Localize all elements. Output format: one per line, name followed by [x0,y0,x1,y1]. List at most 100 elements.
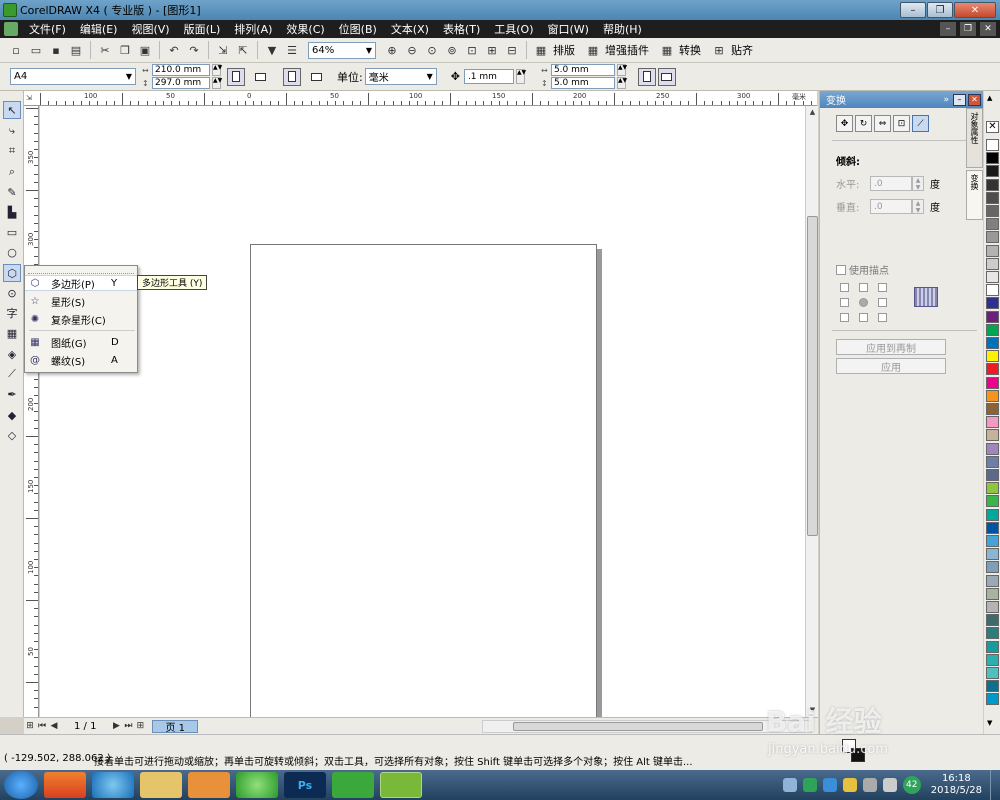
flyout-grip[interactable] [28,267,134,274]
tray-security-icon[interactable] [842,778,857,792]
menu-bitmaps[interactable]: 位图(B) [332,21,384,37]
options-icon[interactable]: ☰ [283,41,301,59]
taskbar-ie-icon[interactable] [92,772,134,798]
palette-swatch[interactable] [986,469,999,481]
palette-swatch[interactable] [986,455,999,468]
fill-tool-icon[interactable]: ◆ [3,406,21,424]
palette-swatch[interactable] [986,482,999,495]
palette-swatch[interactable] [986,429,999,442]
menu-view[interactable]: 视图(V) [124,21,176,37]
clock[interactable]: 16:18 2018/5/28 [931,773,982,797]
basic-shapes-tool-icon[interactable]: ⊙ [3,284,21,302]
duplicate-y-input[interactable]: 5.0 mm [550,77,615,89]
width-spinner[interactable]: ▲▼ [212,64,222,76]
palette-swatch[interactable] [986,350,999,363]
palette-swatch[interactable] [986,191,999,204]
palette-swatch[interactable] [986,310,999,323]
tab-object-properties[interactable]: 对象属性 [966,108,983,168]
h-scroll-thumb[interactable] [513,721,763,731]
first-page-icon[interactable]: ⏮ [36,721,48,731]
menu-table[interactable]: 表格(T) [436,21,487,37]
palette-swatch[interactable] [986,205,999,217]
flyout-item-star[interactable]: ☆ 星形(S) [25,293,137,309]
open-icon[interactable]: ▭ [27,41,45,59]
palette-swatch[interactable] [986,363,999,376]
convert-icon[interactable]: ▦ [658,41,676,59]
skew-mode-button[interactable]: ⟋ [912,115,929,132]
last-page-icon[interactable]: ⏭ [122,721,134,731]
copy-icon[interactable]: ❐ [116,41,134,59]
import-icon[interactable]: ⇲ [214,41,232,59]
menu-arrange[interactable]: 排列(A) [227,21,279,37]
palette-swatch[interactable] [986,244,999,257]
scroll-up-icon[interactable]: ▲ [806,106,819,118]
all-pages-button[interactable] [283,67,301,86]
palette-swatch[interactable] [986,508,999,521]
palette-swatch[interactable] [986,139,999,151]
palette-swatch[interactable] [986,271,999,283]
menu-window[interactable]: 窗口(W) [541,21,596,37]
taskbar-app-1[interactable] [44,772,86,798]
undo-icon[interactable]: ↶ [165,41,183,59]
palette-swatch[interactable] [986,574,999,587]
taskbar-wechat-icon[interactable] [332,772,374,798]
tray-wechat-icon[interactable] [802,778,817,792]
edit-across-layers-button[interactable] [657,67,676,86]
tray-badge[interactable]: 42 [902,776,921,794]
duplicate-x-input[interactable]: 5.0 mm [550,64,615,76]
horizontal-skew-input[interactable]: .0 [870,176,912,191]
menu-help[interactable]: 帮助(H) [596,21,649,37]
horizontal-scrollbar[interactable] [482,719,812,733]
zoom-tool-icon[interactable]: ⌕ [3,163,21,181]
palette-swatch[interactable] [986,178,999,191]
taskbar-browser-icon[interactable] [236,772,278,798]
palette-swatch[interactable] [986,416,999,429]
palette-scroll-up-icon[interactable]: ▲ [987,94,992,102]
zoom-height-icon[interactable]: ⊟ [503,41,521,59]
export-icon[interactable]: ⇱ [234,41,252,59]
tray-volume-icon[interactable] [882,778,897,792]
menu-edit[interactable]: 编辑(E) [73,21,125,37]
menu-tools[interactable]: 工具(O) [487,21,540,37]
pick-tool-icon[interactable]: ↖ [3,101,21,119]
application-launcher-icon[interactable]: ▼ [263,41,281,59]
apply-to-duplicate-button[interactable]: 应用到再制 [836,339,946,355]
add-page-after-icon[interactable]: ⊞ [134,721,146,731]
eyedropper-tool-icon[interactable]: ⟋ [3,365,21,383]
palette-swatch[interactable] [986,389,999,402]
tab-transform[interactable]: 变换 [966,170,983,220]
zoom-in-icon[interactable]: ⊕ [383,41,401,59]
zoom-out-icon[interactable]: ⊖ [403,41,421,59]
zoom-selected-icon[interactable]: ⊙ [423,41,441,59]
palette-swatch[interactable] [986,323,999,336]
doc-restore-button[interactable]: ❐ [960,22,976,36]
save-icon[interactable]: ▪ [47,41,65,59]
palette-swatch[interactable] [986,257,999,270]
zoom-level-select[interactable]: 64% ▼ [308,41,376,59]
ellipse-tool-icon[interactable]: ○ [3,243,21,261]
taskbar-media-icon[interactable] [188,772,230,798]
palette-swatch[interactable] [986,284,999,297]
text-tool-icon[interactable]: 字 [3,304,21,322]
paste-icon[interactable]: ▣ [136,41,154,59]
palette-swatch[interactable] [986,627,999,640]
print-icon[interactable]: ▤ [67,41,85,59]
layout-button[interactable]: 排版 [553,42,575,58]
no-fill-swatch[interactable]: ✕ [986,121,999,133]
anchor-bottom-left[interactable] [840,313,849,322]
palette-swatch[interactable] [986,640,999,653]
unit-select[interactable]: 毫米 ▼ [364,68,437,85]
outline-tool-icon[interactable]: ✒ [3,385,21,403]
taskbar-coreldraw-icon[interactable] [380,772,422,798]
anchor-top-center[interactable] [859,283,868,292]
snap-button[interactable]: 贴齐 [731,42,753,58]
new-document-icon[interactable]: ▫ [7,41,25,59]
taskbar-explorer-icon[interactable] [140,772,182,798]
position-mode-button[interactable]: ✥ [836,115,853,132]
palette-swatch[interactable] [986,667,999,679]
flyout-item-graph-paper[interactable]: ▦ 图纸(G) D [25,334,137,350]
palette-swatch[interactable] [986,152,999,165]
horizontal-skew-spinner[interactable]: ▲ ▼ [912,176,924,191]
minimize-button[interactable]: – [900,2,926,18]
palette-swatch[interactable] [986,548,999,561]
